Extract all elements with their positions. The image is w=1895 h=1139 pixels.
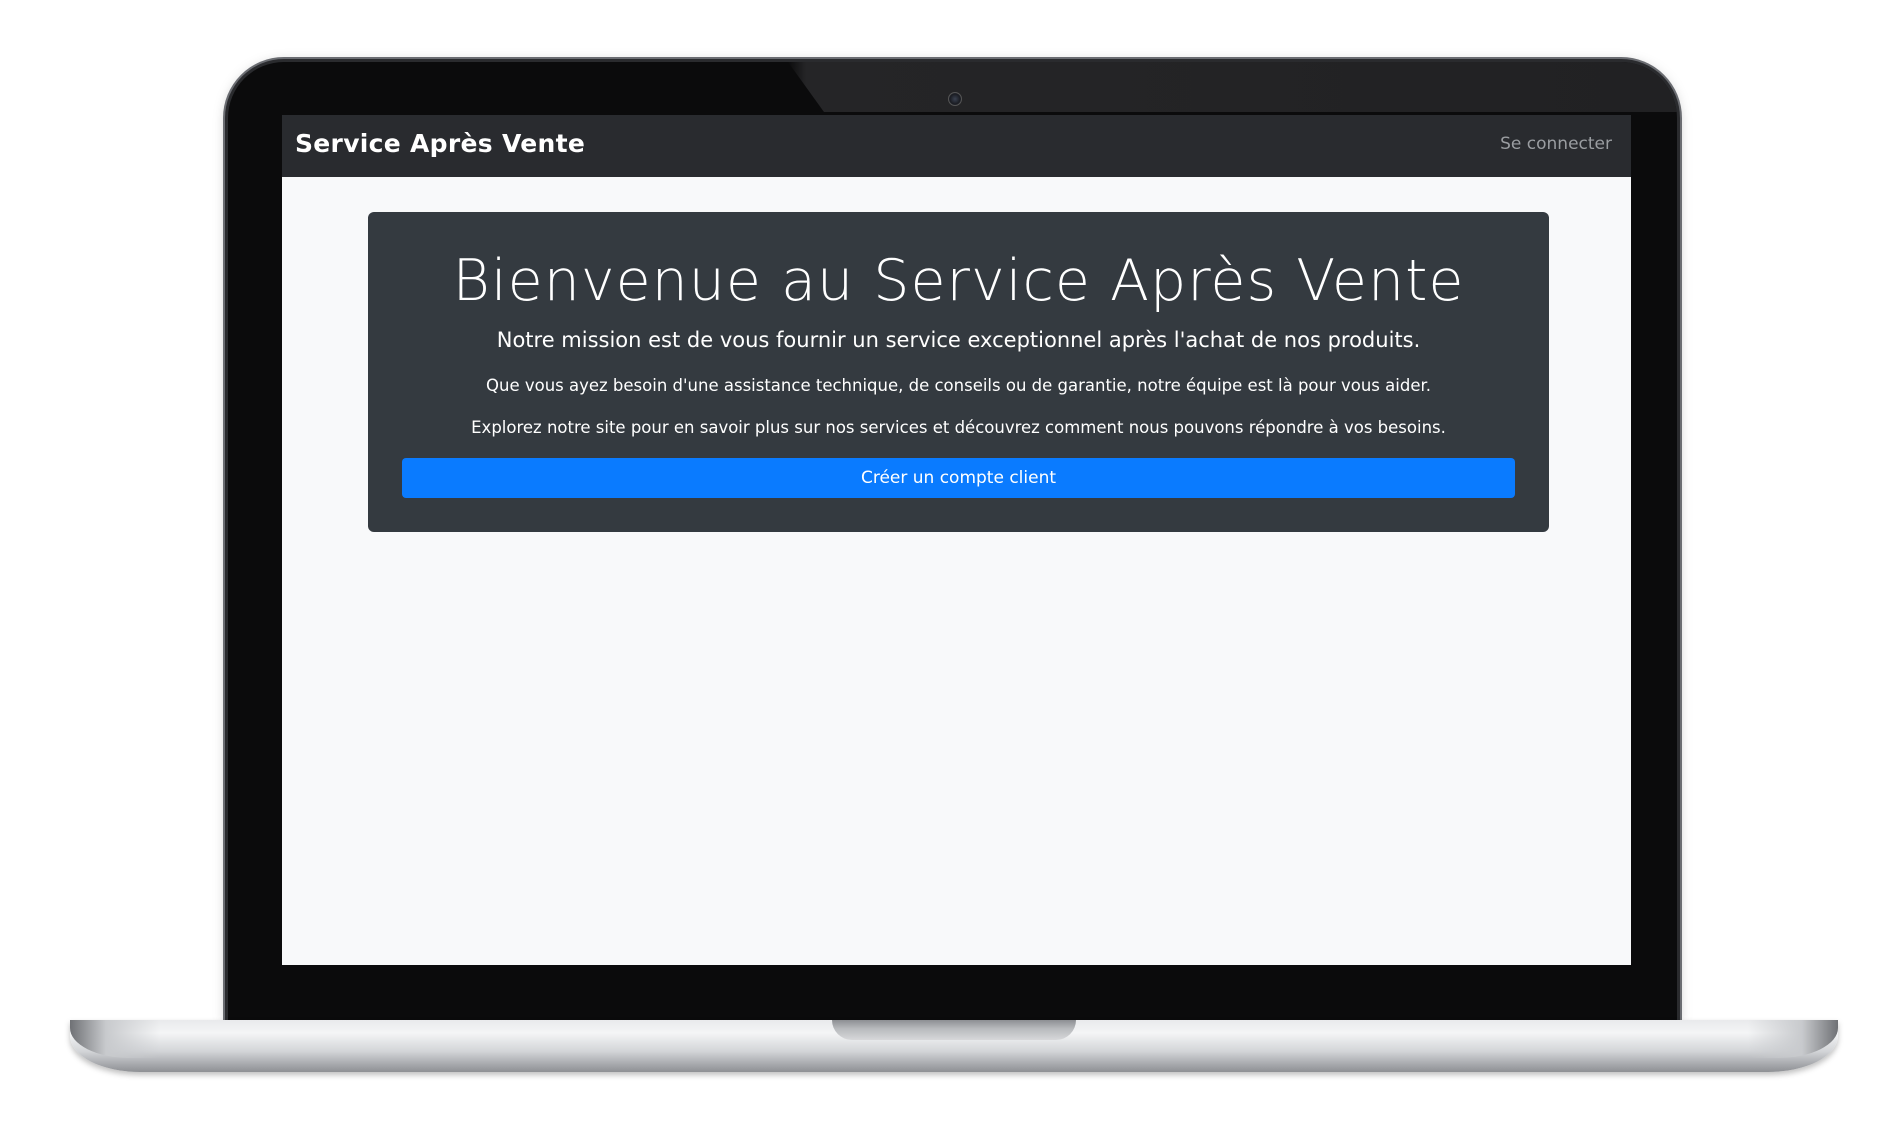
hero-lead: Notre mission est de vous fournir un ser… xyxy=(496,328,1421,352)
hero-paragraph-1: Que vous ayez besoin d'une assistance te… xyxy=(486,376,1431,395)
navbar-brand[interactable]: Service Après Vente xyxy=(295,129,585,158)
top-navbar: Service Après Vente Se connecter xyxy=(282,115,1631,177)
webcam-icon xyxy=(948,92,962,106)
base-edge-left xyxy=(70,1020,160,1058)
hero-title: Bienvenue au Service Après Vente xyxy=(452,248,1465,314)
hero-jumbotron: Bienvenue au Service Après Vente Notre m… xyxy=(368,212,1549,532)
hero-paragraph-2: Explorez notre site pour en savoir plus … xyxy=(471,418,1446,437)
laptop-mockup: Service Après Vente Se connecter Bienven… xyxy=(0,0,1895,1139)
base-notch xyxy=(832,1020,1076,1040)
lid-glare xyxy=(788,62,1677,112)
base-edge-right xyxy=(1748,1020,1838,1058)
browser-viewport: Service Après Vente Se connecter Bienven… xyxy=(282,115,1631,965)
laptop-base xyxy=(70,1020,1838,1072)
create-account-button[interactable]: Créer un compte client xyxy=(402,458,1515,498)
login-link[interactable]: Se connecter xyxy=(1500,134,1612,154)
